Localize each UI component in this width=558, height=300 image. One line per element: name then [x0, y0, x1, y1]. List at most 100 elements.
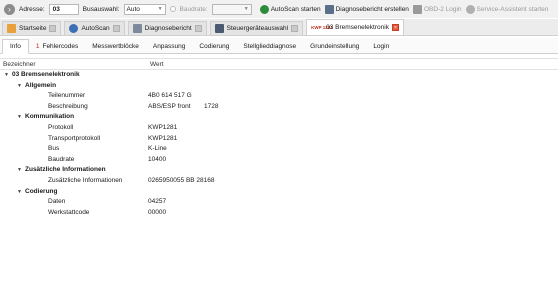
tree-row-value: ABS/ESP front	[148, 102, 191, 110]
tree-row-value: KWP1281	[148, 123, 178, 131]
tree-row-root[interactable]: ▼ 03 Bremsenelektronik	[0, 70, 558, 81]
back-icon[interactable]: ›	[4, 3, 15, 15]
tab-label: Diagnosebericht	[144, 25, 192, 32]
tab-startseite[interactable]: Startseite	[2, 21, 62, 35]
search-icon	[69, 24, 79, 33]
tree-row-label: 03 Bremsenelektronik	[12, 71, 80, 78]
column-header-name[interactable]: Bezeichner	[3, 61, 36, 68]
tab-anpassung[interactable]: Anpassung	[146, 39, 193, 53]
tab-bremsenelektronik[interactable]: KWP 1281 03 Bremsenelektronik ×	[306, 19, 404, 35]
tab-steuergeraeteauswahl[interactable]: Steuergeräteauswahl	[209, 21, 304, 35]
tab-autoscan[interactable]: AutoScan	[64, 21, 125, 35]
tree-row-label: Teilenummer	[48, 92, 86, 100]
tree-row-value-code: 1728	[204, 102, 219, 110]
diagnostic-report-label: Diagnosebericht erstellen	[335, 5, 409, 13]
tree-row-data[interactable]: Daten 04257	[0, 197, 558, 208]
tree-row-value: 00000	[148, 208, 167, 216]
tab-codierung-label: Codierung	[199, 42, 230, 50]
tree-row-extra-info[interactable]: ▼ Zusätzliche Informationen	[0, 165, 558, 176]
tree-row-label: Kommunikation	[25, 113, 75, 121]
address-input[interactable]: 03	[48, 3, 79, 15]
tree-row-transport[interactable]: Transportprotokoll KWP1281	[0, 134, 558, 145]
tree-row-label: Baudrate	[48, 155, 75, 163]
module-subtabs: Info 1 Fehlercodes Messwertblöcke Anpass…	[0, 38, 558, 54]
obd-login-button[interactable]: OBD-2 Login	[412, 4, 462, 14]
service-assistant-label: Service-Assistent starten	[476, 5, 549, 13]
report-icon	[324, 4, 334, 14]
tree-row-label: Daten	[48, 198, 66, 206]
tree-row-protocol[interactable]: Protokoll KWP1281	[0, 123, 558, 134]
service-assistant-button[interactable]: Service-Assistent starten	[465, 4, 549, 14]
main-toolbar: › Adresse: 03 Busauswahl: Auto ▼ Baudrat…	[0, 0, 558, 18]
column-header-value[interactable]: Wert	[150, 61, 164, 68]
tree-row-value: 04257	[148, 198, 167, 206]
chevron-down-icon[interactable]: ▼	[17, 165, 22, 176]
tab-diagnosebericht[interactable]: Diagnosebericht	[127, 21, 207, 35]
module-list-icon	[214, 24, 224, 33]
tree-row-label: Beschreibung	[48, 102, 88, 110]
tree-row-workshop-code[interactable]: Werkstattcode 00000	[0, 208, 558, 219]
tab-grundeinstellung-label: Grundeinstellung	[310, 42, 360, 50]
error-count-badge: 1	[35, 42, 40, 50]
tab-label: Startseite	[19, 25, 47, 32]
chevron-down-icon[interactable]: ▼	[17, 81, 22, 92]
autoscan-start-button[interactable]: AutoScan starten	[259, 4, 321, 14]
kwp-protocol-icon: KWP 1281	[311, 25, 333, 30]
tree-row-label: Zusätzliche Informationen	[25, 166, 106, 174]
baud-radio[interactable]	[169, 6, 176, 12]
close-icon[interactable]	[291, 25, 299, 32]
document-tabs: Startseite AutoScan Diagnosebericht Steu…	[0, 19, 558, 36]
tree-row-extra-info-detail[interactable]: Zusätzliche Informationen 0265950055 BB …	[0, 176, 558, 187]
tab-info[interactable]: Info	[2, 39, 29, 54]
report-icon	[132, 24, 142, 33]
chevron-down-icon[interactable]: ▼	[17, 112, 22, 123]
chevron-down-icon: ▼	[157, 5, 163, 12]
tree-row-part-number[interactable]: Teilenummer 4B0 614 517 G	[0, 91, 558, 102]
tree-row-label: Bus	[48, 145, 60, 153]
tree-row-label: Transportprotokoll	[48, 134, 101, 142]
close-icon[interactable]	[49, 25, 57, 32]
tab-codierung[interactable]: Codierung	[192, 39, 236, 53]
tree-row-value: K-Line	[148, 145, 167, 153]
tree-row-value: KWP1281	[148, 134, 178, 142]
close-icon[interactable]: ×	[391, 24, 399, 31]
address-label: Adresse:	[19, 5, 45, 13]
chevron-down-icon: ▼	[243, 5, 249, 12]
close-icon[interactable]	[112, 25, 120, 32]
tab-fehlercodes[interactable]: 1 Fehlercodes	[29, 39, 85, 53]
tab-messwertbloecke[interactable]: Messwertblöcke	[85, 39, 146, 53]
tree-row-communication[interactable]: ▼ Kommunikation	[0, 112, 558, 123]
bus-label: Busauswahl:	[82, 5, 120, 13]
diagnostic-report-button[interactable]: Diagnosebericht erstellen	[324, 4, 409, 14]
autoscan-start-label: AutoScan starten	[270, 5, 321, 13]
tree-row-value: 0265950055 BB 28168	[148, 176, 215, 184]
tree-row-bus[interactable]: Bus K-Line	[0, 144, 558, 155]
obd-icon	[412, 4, 422, 14]
tab-stellglieddiagnose-label: Stellglieddiagnose	[243, 42, 297, 50]
bus-select-value: Auto	[126, 5, 140, 13]
baud-label: Baudrate:	[179, 5, 208, 13]
obd-login-label: OBD-2 Login	[423, 5, 462, 13]
tree-row-value: 10400	[148, 155, 167, 163]
wrench-icon	[465, 4, 475, 14]
tree-row-general[interactable]: ▼ Allgemein	[0, 81, 558, 92]
close-icon[interactable]	[194, 25, 202, 32]
table-header: Bezeichner Wert	[0, 59, 558, 70]
tree-row-label: Zusätzliche Informationen	[48, 176, 123, 184]
baud-select[interactable]: ▼	[211, 3, 252, 15]
tab-label: 03 Bremsenelektronik	[326, 24, 389, 31]
chevron-down-icon[interactable]: ▼	[17, 187, 22, 198]
tab-grundeinstellung[interactable]: Grundeinstellung	[303, 39, 366, 53]
tab-label: Steuergeräteauswahl	[226, 25, 289, 32]
tab-info-label: Info	[10, 43, 21, 50]
tab-login[interactable]: Login	[366, 39, 396, 53]
tree-row-description[interactable]: Beschreibung ABS/ESP front 1728	[0, 102, 558, 113]
info-tree-table: Bezeichner Wert ▼ 03 Bremsenelektronik ▼…	[0, 58, 558, 300]
tree-row-coding[interactable]: ▼ Codierung	[0, 187, 558, 198]
tree-row-label: Werkstattcode	[48, 208, 90, 216]
tree-row-baudrate[interactable]: Baudrate 10400	[0, 155, 558, 166]
bus-select[interactable]: Auto ▼	[123, 3, 166, 15]
chevron-down-icon[interactable]: ▼	[4, 70, 9, 81]
tab-stellglieddiagnose[interactable]: Stellglieddiagnose	[236, 39, 303, 53]
tab-fehlercodes-label: Fehlercodes	[42, 42, 79, 50]
